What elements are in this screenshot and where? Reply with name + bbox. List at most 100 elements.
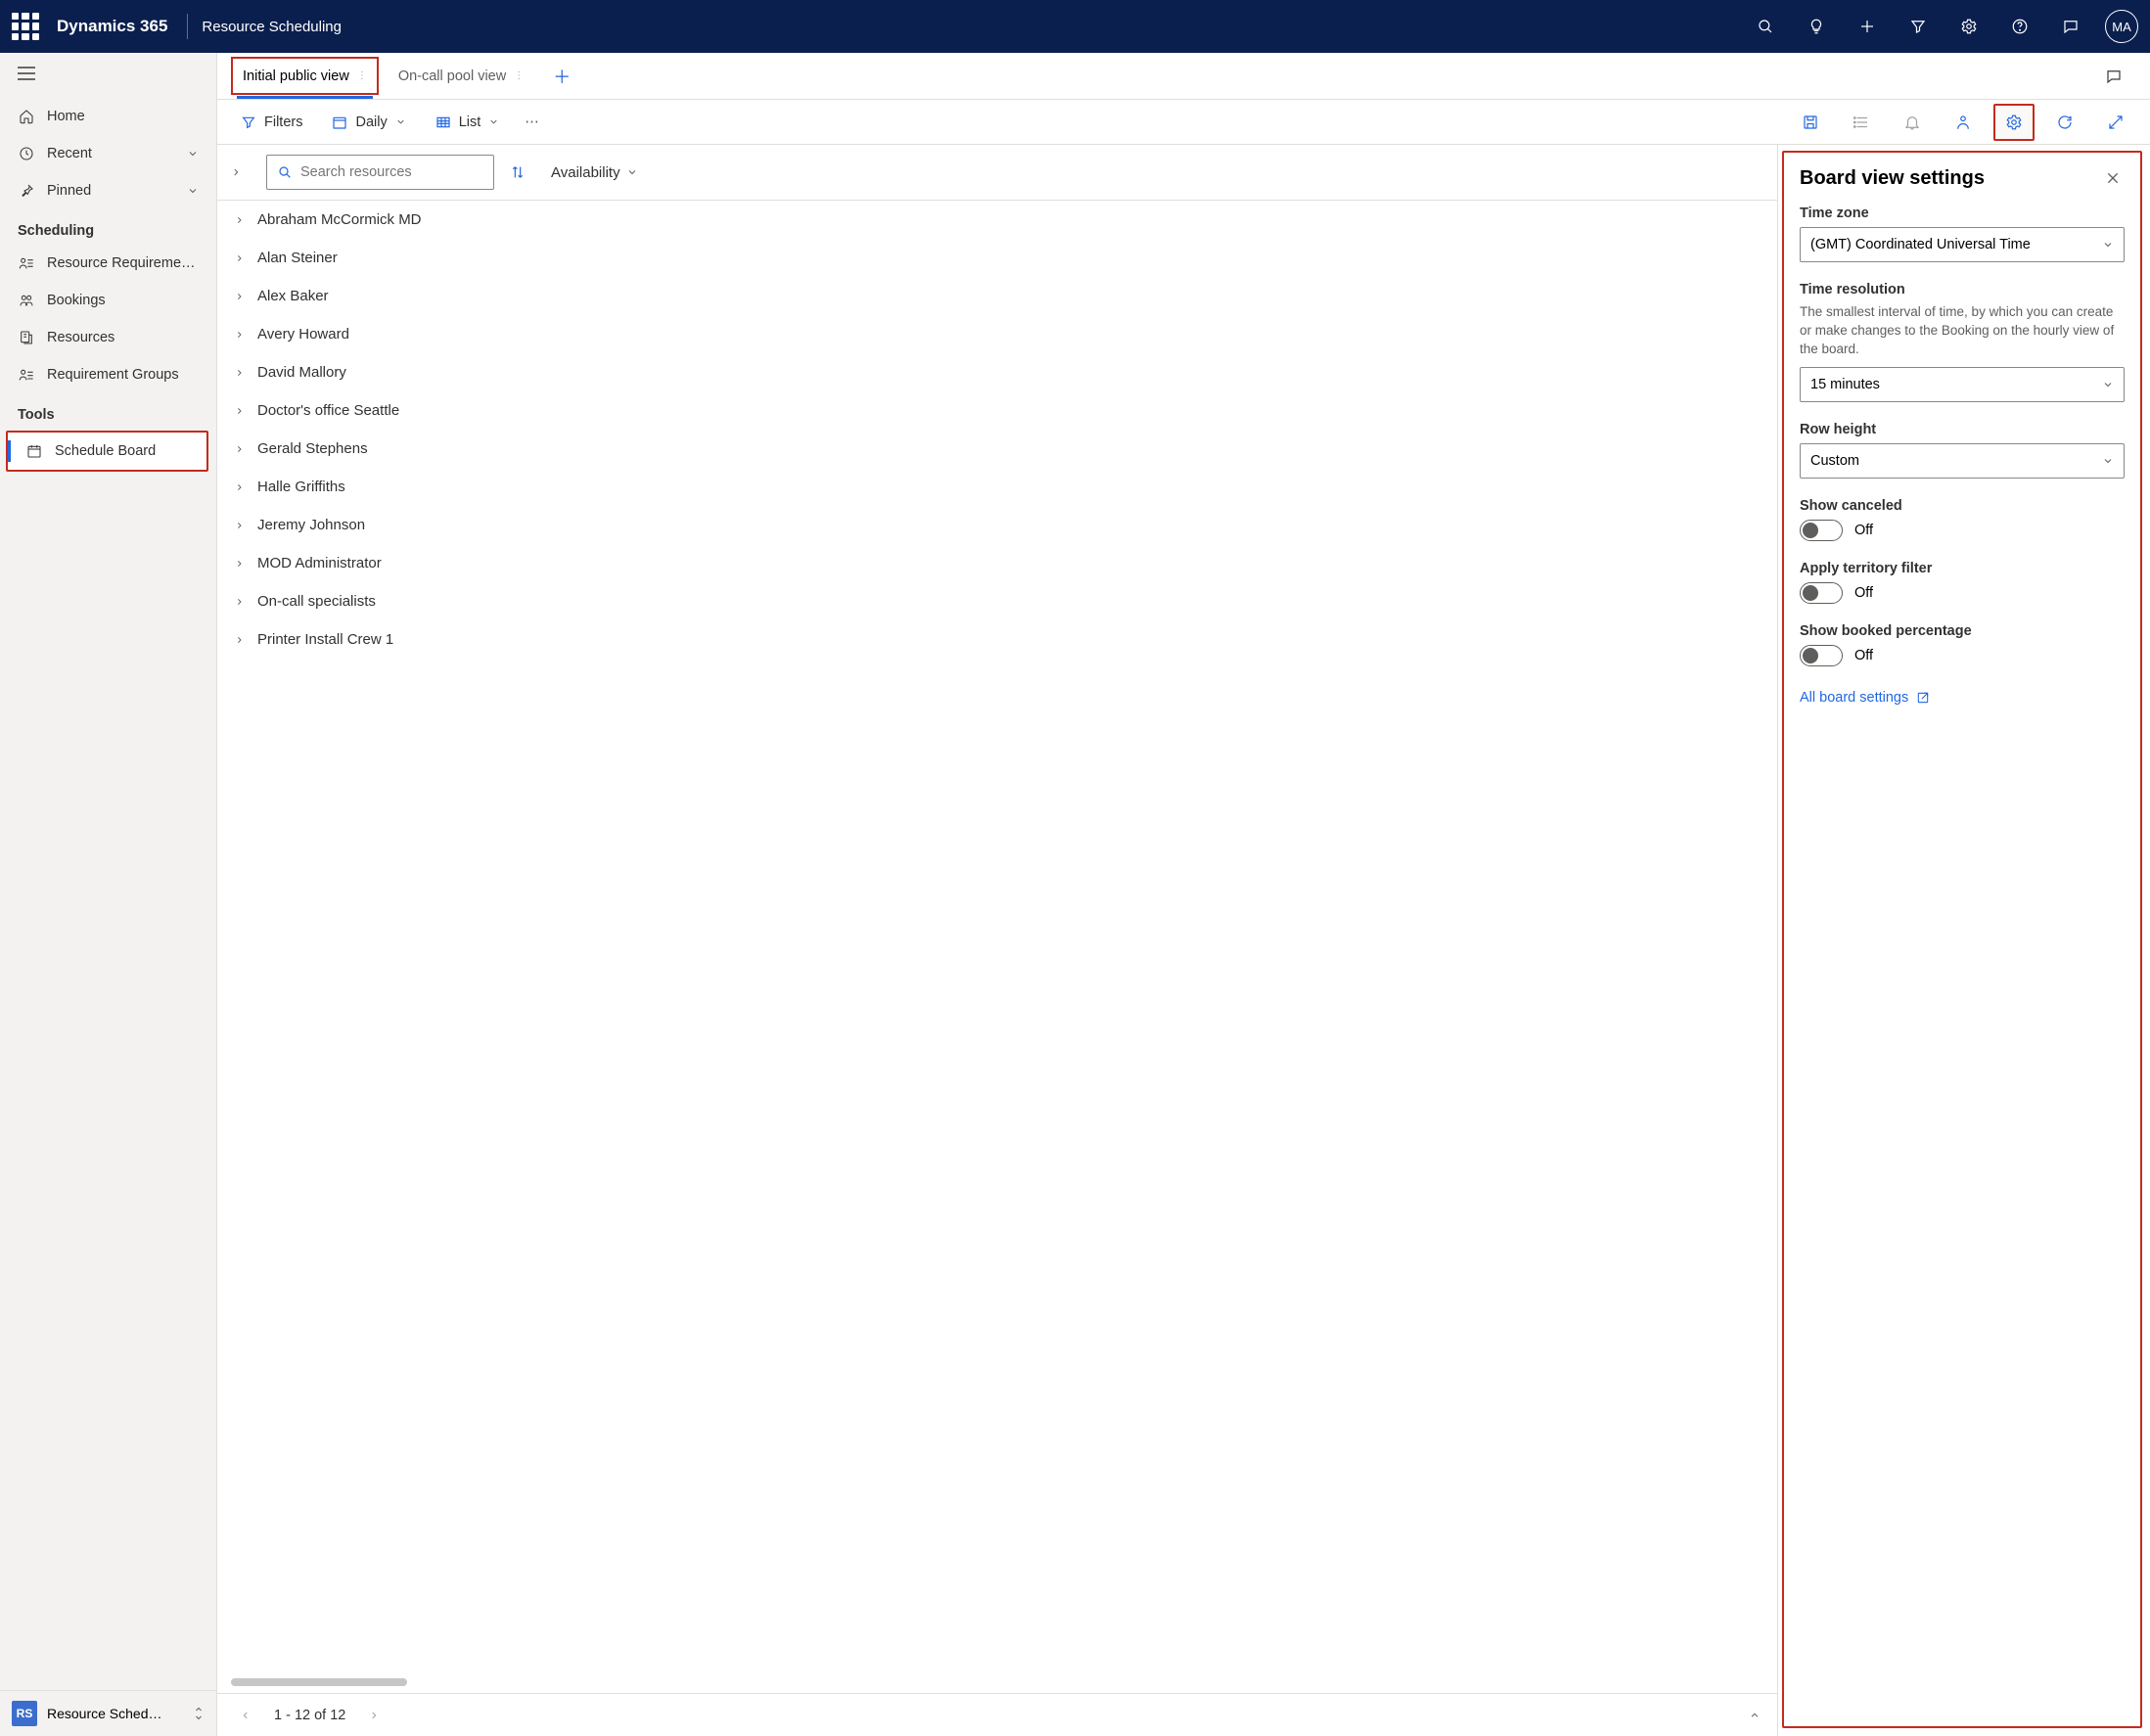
filters-button[interactable]: Filters — [231, 109, 312, 136]
all-board-settings-link[interactable]: All board settings — [1800, 690, 2125, 706]
availability-dropdown[interactable]: Availability — [551, 164, 638, 181]
collapse-up-icon[interactable] — [1748, 1711, 1761, 1720]
tab-menu-icon[interactable]: ⋮ — [357, 70, 367, 81]
search-field[interactable] — [300, 164, 483, 180]
person-icon[interactable] — [1943, 104, 1984, 141]
refresh-icon[interactable] — [2044, 104, 2085, 141]
divider — [187, 14, 188, 39]
chevron-down-icon — [395, 116, 406, 127]
resource-row[interactable]: On-call specialists — [217, 582, 1777, 620]
bell-icon[interactable] — [1892, 104, 1933, 141]
chevron-right-icon — [235, 252, 244, 264]
resource-row[interactable]: MOD Administrator — [217, 544, 1777, 582]
resource-row[interactable]: Alan Steiner — [217, 239, 1777, 277]
select-value: (GMT) Coordinated Universal Time — [1810, 237, 2031, 252]
search-row: Availability — [217, 145, 1777, 201]
booked-pct-toggle[interactable] — [1800, 645, 1843, 666]
more-button[interactable]: ⋯ — [519, 109, 545, 136]
resource-row[interactable]: Gerald Stephens — [217, 430, 1777, 468]
sidebar-item-resource-requirements[interactable]: Resource Requireme… — [0, 245, 216, 282]
area-switcher[interactable]: RS Resource Schedul… — [0, 1690, 216, 1736]
collapse-icon[interactable] — [231, 165, 254, 179]
territory-toggle[interactable] — [1800, 582, 1843, 604]
sidebar-item-schedule-board[interactable]: Schedule Board — [8, 433, 206, 470]
expand-icon[interactable] — [2095, 104, 2136, 141]
time-resolution-select[interactable]: 15 minutes — [1800, 367, 2125, 402]
lightbulb-icon[interactable] — [1792, 0, 1841, 53]
row-height-select[interactable]: Custom — [1800, 443, 2125, 479]
select-value: Custom — [1810, 453, 1859, 469]
add-icon[interactable] — [1843, 0, 1892, 53]
list-view-icon[interactable] — [1841, 104, 1882, 141]
tab-label: Initial public view — [243, 69, 349, 84]
filter-icon[interactable] — [1894, 0, 1943, 53]
chevron-right-icon — [235, 520, 244, 531]
sidebar-item-resources[interactable]: Resources — [0, 319, 216, 356]
next-page-button[interactable] — [361, 1705, 387, 1726]
field-label: Show booked percentage — [1800, 623, 2125, 639]
sidebar-item-label: Resource Requireme… — [47, 255, 196, 271]
chevron-right-icon — [235, 481, 244, 493]
resource-row[interactable]: Printer Install Crew 1 — [217, 620, 1777, 659]
sidebar-item-pinned[interactable]: Pinned — [0, 172, 216, 209]
calendar-icon — [25, 442, 43, 460]
resource-row[interactable]: Doctor's office Seattle — [217, 391, 1777, 430]
chevron-right-icon — [235, 329, 244, 341]
add-tab-button[interactable]: ＋ — [539, 53, 584, 99]
chevron-right-icon — [235, 214, 244, 226]
sidebar-item-home[interactable]: Home — [0, 98, 216, 135]
resource-name: Printer Install Crew 1 — [257, 631, 393, 648]
sidebar-section-scheduling: Scheduling — [0, 209, 216, 245]
panel-title: Board view settings — [1800, 167, 1985, 190]
gear-icon[interactable] — [1944, 0, 1993, 53]
resource-list[interactable]: Abraham McCormick MDAlan SteinerAlex Bak… — [217, 201, 1777, 1675]
resource-row[interactable]: Avery Howard — [217, 315, 1777, 353]
field-row-height: Row height Custom — [1800, 422, 2125, 479]
sidebar-item-label: Bookings — [47, 293, 106, 308]
list-dropdown[interactable]: List — [426, 109, 510, 136]
chat-icon[interactable] — [2095, 58, 2132, 95]
show-canceled-toggle[interactable] — [1800, 520, 1843, 541]
resource-name: Doctor's office Seattle — [257, 402, 399, 419]
field-label: Time resolution — [1800, 282, 2125, 297]
resource-row[interactable]: Jeremy Johnson — [217, 506, 1777, 544]
sidebar-item-requirement-groups[interactable]: Requirement Groups — [0, 356, 216, 393]
resource-row[interactable]: Alex Baker — [217, 277, 1777, 315]
timezone-select[interactable]: (GMT) Coordinated Universal Time — [1800, 227, 2125, 262]
settings-gear-button[interactable] — [1993, 104, 2035, 141]
sidebar-item-recent[interactable]: Recent — [0, 135, 216, 172]
avatar[interactable]: MA — [2105, 10, 2138, 43]
toggle-state: Off — [1854, 648, 1873, 663]
updown-icon — [193, 1706, 205, 1721]
resource-row[interactable]: David Mallory — [217, 353, 1777, 391]
close-button[interactable] — [2101, 166, 2125, 190]
resource-row[interactable]: Abraham McCormick MD — [217, 201, 1777, 239]
field-booked-percentage: Show booked percentage Off — [1800, 623, 2125, 666]
tab-initial-public-view[interactable]: Initial public view ⋮ — [227, 53, 383, 99]
resource-row[interactable]: Halle Griffiths — [217, 468, 1777, 506]
sidebar-item-bookings[interactable]: Bookings — [0, 282, 216, 319]
brand-label: Dynamics 365 — [57, 17, 167, 36]
field-timezone: Time zone (GMT) Coordinated Universal Ti… — [1800, 206, 2125, 262]
sidebar-section-tools: Tools — [0, 393, 216, 429]
app-launcher-icon[interactable] — [12, 13, 39, 40]
sidebar: Home Recent Pinned Scheduling Resource R… — [0, 53, 217, 1736]
tab-menu-icon[interactable]: ⋮ — [514, 70, 524, 81]
help-icon[interactable] — [1995, 0, 2044, 53]
resource-pane: Availability Abraham McCormick MDAlan St… — [217, 145, 1778, 1736]
daily-dropdown[interactable]: Daily — [322, 109, 415, 136]
search-input[interactable] — [266, 155, 494, 190]
horizontal-scrollbar[interactable] — [231, 1675, 1763, 1689]
chat-icon[interactable] — [2046, 0, 2095, 53]
pager-range: 1 - 12 of 12 — [274, 1708, 345, 1723]
button-label: List — [459, 114, 481, 130]
hamburger-icon[interactable] — [0, 53, 216, 94]
resource-name: MOD Administrator — [257, 555, 382, 571]
field-label: Apply territory filter — [1800, 561, 2125, 576]
main-content: Initial public view ⋮ On-call pool view … — [217, 53, 2150, 1736]
tab-oncall-pool-view[interactable]: On-call pool view ⋮ — [383, 53, 539, 99]
prev-page-button[interactable] — [233, 1705, 258, 1726]
save-board-icon[interactable] — [1790, 104, 1831, 141]
sort-icon[interactable] — [506, 160, 529, 184]
search-icon[interactable] — [1741, 0, 1790, 53]
